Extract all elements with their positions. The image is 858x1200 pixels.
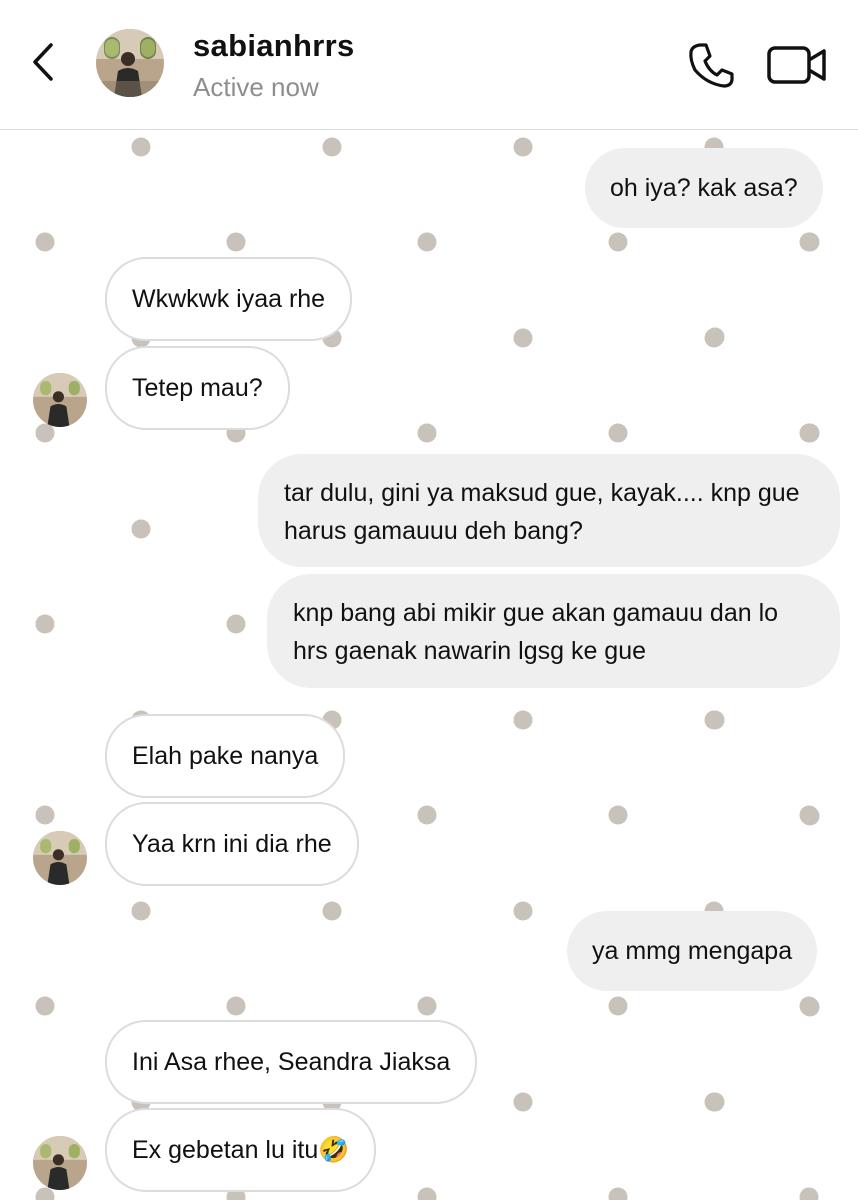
chat-header: sabianhrrs Active now (0, 0, 858, 130)
message-outgoing[interactable]: oh iya? kak asa? (585, 148, 823, 228)
message-thread[interactable]: oh iya? kak asa? Wkwkwk iyaa rhe Tetep m… (0, 130, 858, 1200)
video-call-button[interactable] (766, 42, 828, 88)
username[interactable]: sabianhrrs (193, 28, 355, 64)
message-incoming[interactable]: Ex gebetan lu itu🤣 (105, 1108, 377, 1192)
back-button[interactable] (26, 40, 60, 84)
phone-icon (689, 43, 734, 88)
message-incoming[interactable]: Wkwkwk iyaa rhe (105, 257, 353, 341)
message-outgoing[interactable]: tar dulu, gini ya maksud gue, kayak.... … (258, 454, 840, 567)
message-outgoing[interactable]: knp bang abi mikir gue akan gamauu dan l… (267, 574, 840, 688)
message-incoming[interactable]: Elah pake nanya (105, 714, 346, 798)
profile-avatar[interactable] (96, 29, 164, 97)
message-incoming[interactable]: Tetep mau? (105, 346, 290, 430)
sender-avatar[interactable] (33, 831, 87, 885)
voice-call-button[interactable] (686, 40, 736, 90)
video-camera-icon (767, 46, 826, 84)
sender-avatar[interactable] (33, 1136, 87, 1190)
message-outgoing[interactable]: ya mmg mengapa (567, 911, 818, 991)
back-chevron-icon (33, 43, 53, 81)
message-incoming[interactable]: Ini Asa rhee, Seandra Jiaksa (105, 1020, 478, 1104)
active-status: Active now (193, 72, 319, 102)
message-incoming[interactable]: Yaa krn ini dia rhe (105, 802, 359, 886)
sender-avatar[interactable] (33, 373, 87, 427)
